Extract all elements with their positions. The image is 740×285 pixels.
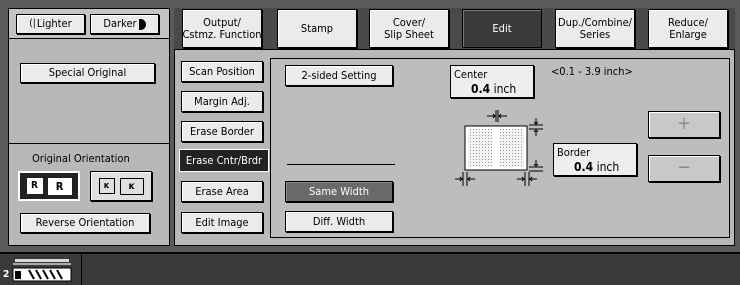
tab-reduce-line2: Enlarge: [669, 27, 707, 41]
orientation-r-large-icon: R: [47, 177, 72, 195]
menu-erase-cntr-brdr[interactable]: Erase Cntr/Brdr: [179, 149, 269, 172]
menu-erase-area[interactable]: Erase Area: [181, 181, 263, 202]
tab-output-cstmz[interactable]: Output/Cstmz. Function: [182, 9, 262, 48]
special-original-button[interactable]: Special Original: [20, 63, 155, 83]
menu-margin-adj[interactable]: Margin Adj.: [181, 91, 263, 112]
orientation-label: Original Orientation: [32, 152, 130, 165]
tab-edit[interactable]: Edit: [462, 9, 542, 48]
menu-erase-area-label: Erase Area: [195, 184, 249, 198]
status-bar: [0, 252, 740, 285]
reverse-orientation-label: Reverse Orientation: [35, 216, 135, 230]
lighter-button[interactable]: (| Lighter: [16, 14, 85, 34]
tab-output-line1: Output/: [203, 15, 241, 29]
menu-erase-border[interactable]: Erase Border: [181, 121, 263, 142]
copier-screen: (| Lighter Darker Special Original Origin…: [0, 0, 740, 285]
tray-counter: 2: [3, 269, 10, 280]
darker-icon: [138, 18, 146, 30]
menu-erase-border-label: Erase Border: [190, 124, 254, 138]
menu-edit-image[interactable]: Edit Image: [181, 212, 263, 233]
status-separator: [81, 254, 82, 285]
divider-line: [287, 164, 395, 165]
center-value-box[interactable]: Center 0.4 inch: [450, 65, 534, 98]
two-sided-label: 2-sided Setting: [301, 68, 377, 82]
tab-reduce-line1: Reduce/: [668, 15, 708, 29]
plus-icon: +: [677, 113, 691, 135]
center-value: 0.4: [471, 82, 491, 96]
minus-button[interactable]: −: [648, 155, 720, 182]
orientation-rot-large-icon: ᴋ: [119, 177, 144, 195]
tab-reduce-enlarge[interactable]: Reduce/Enlarge: [648, 9, 728, 48]
range-label: <0.1 - 3.9 inch>: [551, 65, 633, 78]
same-width-label: Same Width: [309, 184, 369, 198]
menu-scan-position-label: Scan Position: [189, 64, 255, 78]
tab-dup-combine-series[interactable]: Dup./Combine/Series: [555, 9, 635, 48]
tab-output-line2: Cstmz. Function: [182, 27, 262, 41]
center-label: Center: [454, 68, 488, 81]
tab-edit-label: Edit: [492, 21, 512, 35]
menu-erase-cntr-brdr-label: Erase Cntr/Brdr: [185, 153, 263, 167]
diff-width-button[interactable]: Diff. Width: [285, 211, 393, 232]
border-value-box[interactable]: Border 0.4 inch: [553, 143, 637, 176]
border-label: Border: [557, 146, 591, 159]
tab-stamp[interactable]: Stamp: [277, 9, 357, 48]
darker-label: Darker: [103, 17, 137, 31]
orientation-r-small-icon: R: [26, 178, 43, 194]
special-original-label: Special Original: [48, 66, 127, 80]
tab-dup-line1: Dup./Combine/: [558, 15, 632, 29]
same-width-button[interactable]: Same Width: [285, 181, 393, 202]
diff-width-label: Diff. Width: [312, 214, 366, 228]
reverse-orientation-button[interactable]: Reverse Orientation: [20, 213, 150, 233]
menu-margin-adj-label: Margin Adj.: [194, 94, 250, 108]
minus-icon: −: [677, 157, 691, 179]
orientation-readable-button[interactable]: R R: [18, 171, 80, 201]
plus-button[interactable]: +: [648, 111, 720, 138]
orientation-rot-small-icon: ᴋ: [98, 178, 115, 194]
menu-edit-image-label: Edit Image: [195, 215, 249, 229]
menu-scan-position[interactable]: Scan Position: [181, 61, 263, 82]
darker-button[interactable]: Darker: [90, 14, 159, 34]
center-border-diagram: [455, 110, 543, 186]
paper-tray-status: 2: [3, 257, 73, 283]
tab-stamp-label: Stamp: [300, 21, 334, 35]
center-unit: inch: [493, 82, 517, 96]
tab-dup-line2: Series: [579, 27, 611, 41]
lighter-label: Lighter: [36, 17, 72, 31]
orientation-rotated-button[interactable]: ᴋ ᴋ: [90, 171, 152, 201]
border-unit: inch: [596, 160, 620, 174]
tab-cover-line2: Slip Sheet: [384, 27, 434, 41]
tab-cover-slip[interactable]: Cover/Slip Sheet: [369, 9, 449, 48]
two-sided-setting-button[interactable]: 2-sided Setting: [285, 65, 393, 86]
tab-cover-line1: Cover/: [392, 15, 426, 29]
left-panel: [8, 8, 170, 246]
paper-tray-icon: [12, 259, 72, 282]
border-value: 0.4: [574, 160, 594, 174]
lighter-icon: (|: [29, 17, 36, 29]
